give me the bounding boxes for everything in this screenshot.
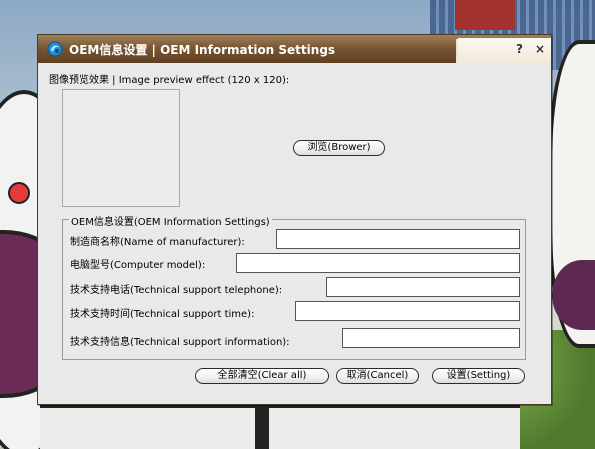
preview-label: 图像预览效果 | Image preview effect (120 x 120… — [49, 75, 290, 86]
support-time-input[interactable] — [295, 301, 520, 321]
support-info-input[interactable] — [342, 328, 520, 348]
computer-model-label: 电脑型号(Computer model): — [70, 260, 206, 271]
browse-button[interactable]: 浏览(Brower) — [293, 140, 385, 156]
app-logo-icon — [47, 41, 63, 57]
computer-model-input[interactable] — [236, 253, 520, 273]
oem-info-group: OEM信息设置(OEM Information Settings) 制造商名称(… — [62, 213, 526, 360]
setting-button[interactable]: 设置(Setting) — [432, 368, 525, 384]
wallpaper-bottom-shape — [40, 405, 520, 449]
wallpaper-character-eye — [8, 182, 30, 204]
wallpaper-red-patch — [455, 0, 515, 30]
group-title: OEM信息设置(OEM Information Settings) — [69, 213, 272, 228]
support-telephone-input[interactable] — [326, 277, 520, 297]
support-telephone-label: 技术支持电话(Technical support telephone): — [70, 285, 283, 296]
support-time-label: 技术支持时间(Technical support time): — [70, 309, 255, 320]
wallpaper-bottom-bar — [255, 408, 269, 449]
image-preview-box — [62, 89, 180, 207]
oem-settings-dialog: OEM信息设置 | OEM Information Settings ? × 图… — [37, 34, 552, 405]
close-button[interactable]: × — [535, 42, 545, 56]
help-button[interactable]: ? — [516, 42, 523, 56]
manufacturer-input[interactable] — [276, 229, 520, 249]
support-info-label: 技术支持信息(Technical support information): — [70, 337, 290, 348]
window-title: OEM信息设置 | OEM Information Settings — [69, 42, 336, 57]
manufacturer-label: 制造商名称(Name of manufacturer): — [70, 237, 245, 248]
clear-all-button[interactable]: 全部清空(Clear all) — [195, 368, 329, 384]
cancel-button[interactable]: 取消(Cancel) — [336, 368, 419, 384]
